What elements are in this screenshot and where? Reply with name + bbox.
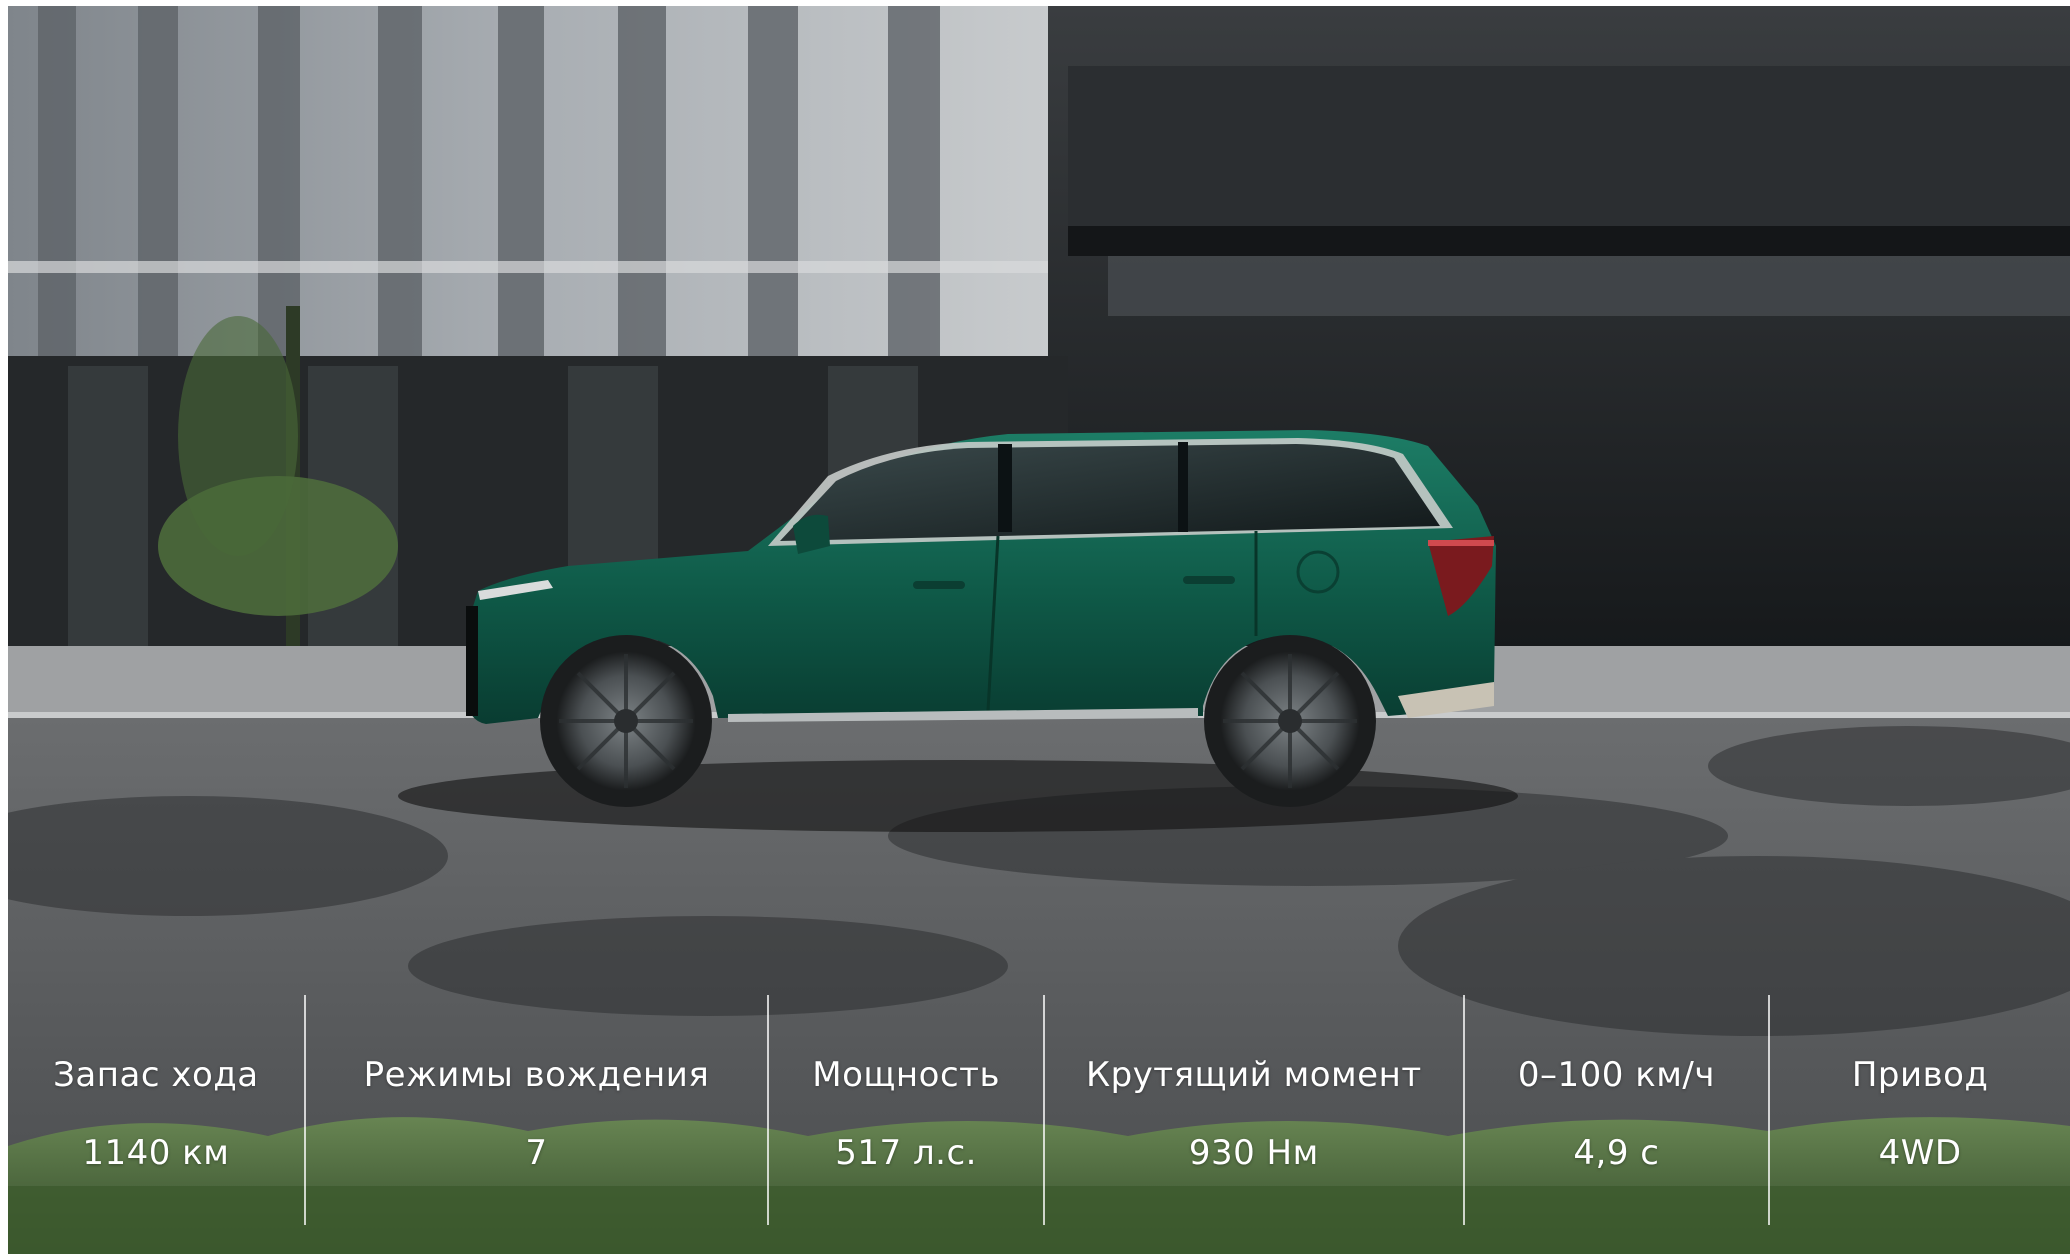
spec-acceleration: 0–100 км/ч 4,9 с: [1462, 995, 1769, 1225]
spec-label: Привод: [1851, 1055, 1989, 1095]
spec-value: 4,9 с: [1573, 1133, 1660, 1173]
specs-bar: Запас хода 1140 км Режимы вождения 7 Мощ…: [8, 995, 2070, 1225]
spec-drive-modes: Режимы вождения 7: [303, 995, 768, 1225]
spec-label: Запас хода: [53, 1055, 259, 1095]
spec-power: Мощность 517 л.с.: [767, 995, 1043, 1225]
spec-range: Запас хода 1140 км: [8, 995, 304, 1225]
spec-value: 1140 км: [82, 1133, 230, 1173]
spec-label: Режимы вождения: [363, 1055, 710, 1095]
spec-value: 4WD: [1878, 1133, 1962, 1173]
spec-torque: Крутящий момент 930 Нм: [1043, 995, 1463, 1225]
spec-value: 7: [525, 1133, 548, 1173]
spec-label: Мощность: [812, 1055, 1000, 1095]
spec-label: Крутящий момент: [1085, 1055, 1422, 1095]
spec-value: 517 л.с.: [835, 1133, 977, 1173]
spec-label: 0–100 км/ч: [1517, 1055, 1715, 1095]
spec-drivetrain: Привод 4WD: [1768, 995, 2070, 1225]
spec-value: 930 Нм: [1188, 1133, 1319, 1173]
